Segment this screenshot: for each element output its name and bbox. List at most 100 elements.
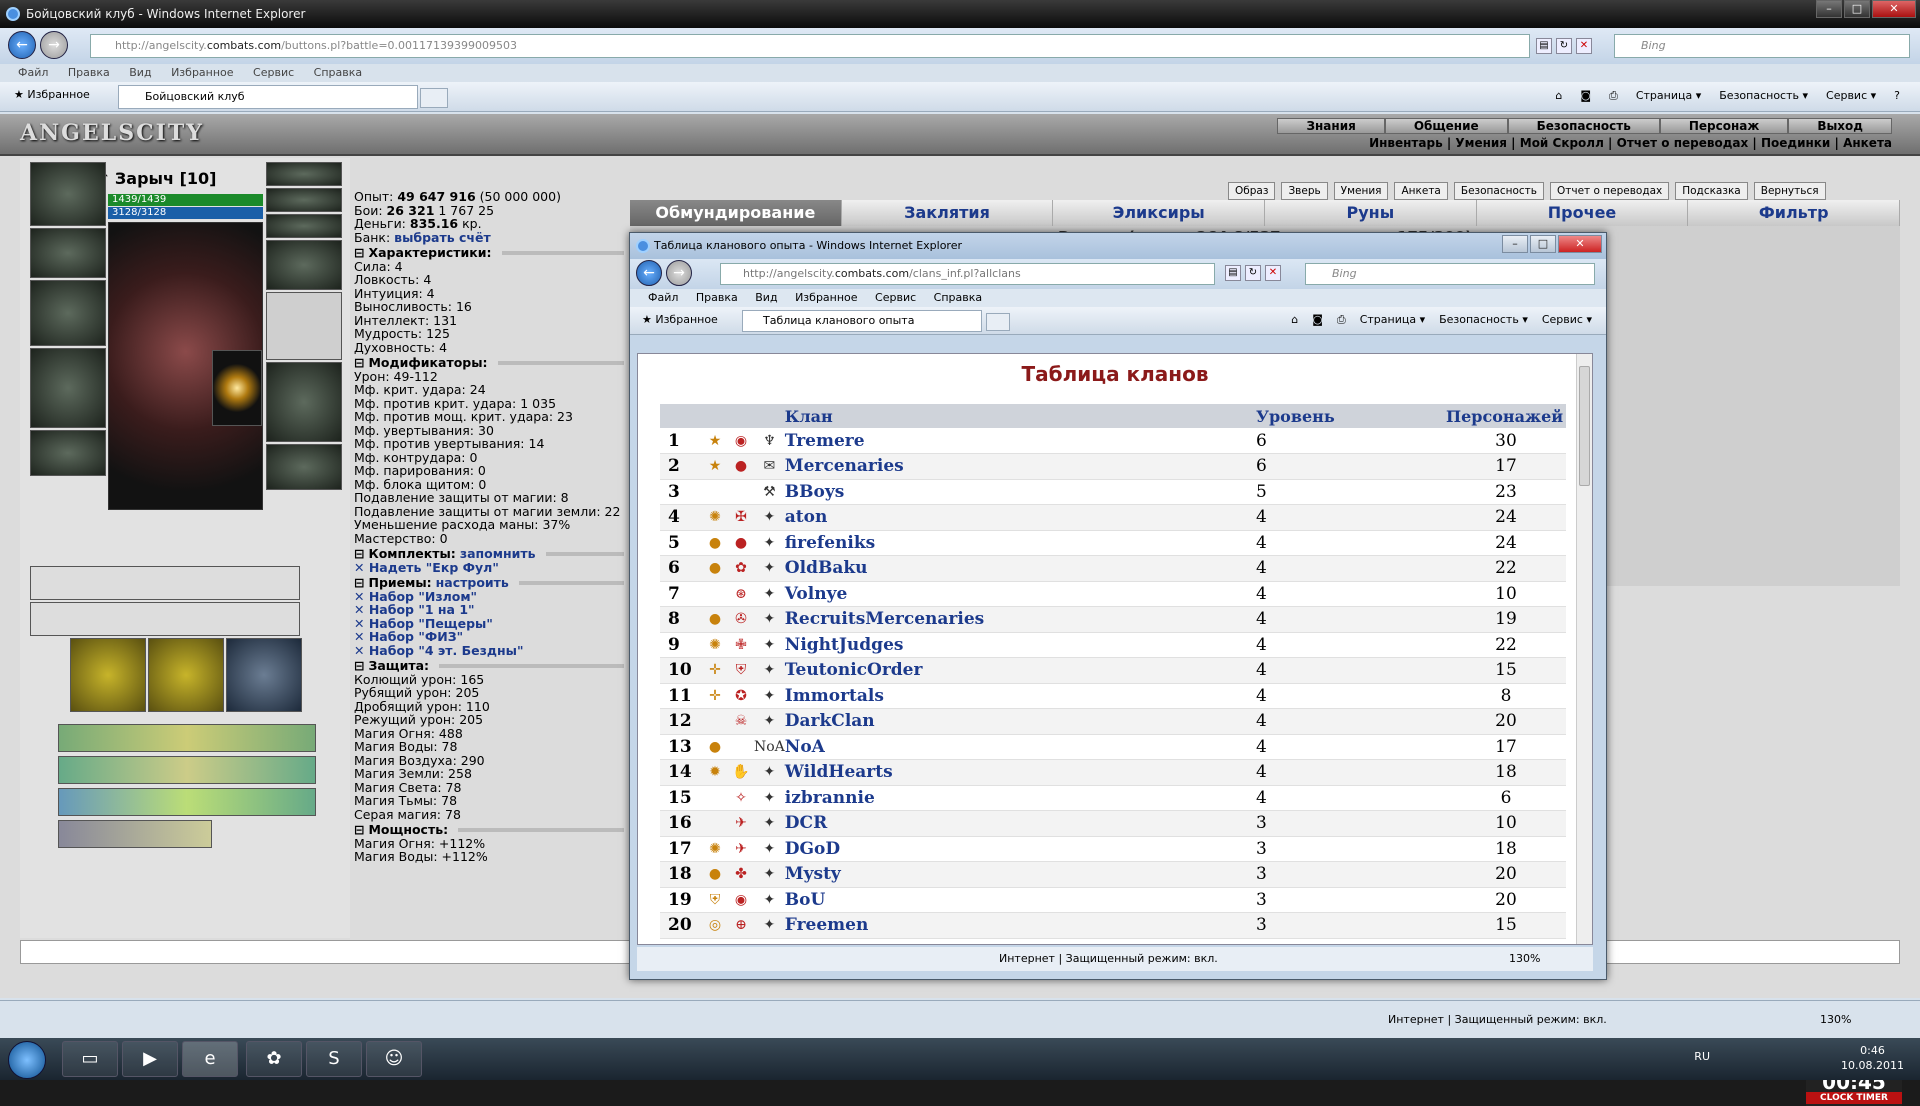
security-button[interactable]: Безопасность <box>1453 182 1544 200</box>
address-bar[interactable]: http://angelscity.combats.com/buttons.pl… <box>90 34 1530 58</box>
clan-name-link[interactable]: BBoys <box>784 479 1256 505</box>
tab-equipment[interactable]: Обмундирование <box>630 200 842 226</box>
clan-name-link[interactable]: DCR <box>784 810 1256 837</box>
tab-spells[interactable]: Заклятия <box>841 200 1054 226</box>
popup-tools-menu[interactable]: Сервис ▾ <box>1542 313 1592 327</box>
rune-row-3[interactable] <box>58 788 316 816</box>
clan-name-link[interactable]: NightJudges <box>784 632 1256 658</box>
clan-name-link[interactable]: RecruitsMercenaries <box>784 606 1256 633</box>
gloves-slot[interactable] <box>266 240 342 290</box>
menu-help[interactable]: Справка <box>314 66 362 79</box>
clan-name-link[interactable]: Immortals <box>784 683 1256 709</box>
popup-security-menu[interactable]: Безопасность ▾ <box>1439 313 1528 327</box>
weapon-slot[interactable] <box>30 280 106 346</box>
popup-print-icon[interactable]: ⎙ <box>1337 313 1346 327</box>
clan-name-link[interactable]: NoA <box>784 734 1256 760</box>
bag-item-1[interactable] <box>70 638 146 712</box>
popup-page-menu[interactable]: Страница ▾ <box>1360 313 1425 327</box>
clan-emblem-icon[interactable]: ✦ <box>754 785 785 811</box>
popup-forward-button[interactable]: → <box>666 260 692 286</box>
nav-communication[interactable]: Общение <box>1384 118 1508 134</box>
menu-view[interactable]: Вид <box>129 66 151 79</box>
clan-emblem-icon[interactable]: ♆ <box>754 428 785 454</box>
clan-emblem-icon[interactable]: ✦ <box>754 810 785 837</box>
stop-icon[interactable]: ✕ <box>1576 38 1592 54</box>
legs-slot[interactable] <box>266 362 342 442</box>
compat-view-icon[interactable]: ▤ <box>1536 38 1552 54</box>
rss-icon[interactable]: ◙ <box>1580 89 1591 103</box>
clan-name-link[interactable]: DGoD <box>784 836 1256 862</box>
popup-favorites-button[interactable]: ★ Избранное <box>642 313 718 326</box>
popup-menu-view[interactable]: Вид <box>755 291 777 304</box>
popup-close-button[interactable]: ✕ <box>1558 235 1602 253</box>
popup-menu-edit[interactable]: Правка <box>696 291 738 304</box>
menu-edit[interactable]: Правка <box>68 66 110 79</box>
popup-menu-help[interactable]: Справка <box>934 291 982 304</box>
popup-address-bar[interactable]: http://angelscity.combats.com/clans_inf.… <box>720 263 1215 285</box>
clan-emblem-icon[interactable]: ✦ <box>754 708 785 735</box>
boots-slot[interactable] <box>266 444 342 490</box>
rings-slot[interactable] <box>266 214 342 238</box>
bag-item-3[interactable] <box>226 638 302 712</box>
clan-emblem-icon[interactable]: ✦ <box>754 606 785 633</box>
transfers-report-button[interactable]: Отчет о переводах <box>1550 182 1670 200</box>
nav-exit[interactable]: Выход <box>1788 118 1892 134</box>
popup-zoom-level[interactable]: 130% <box>1509 947 1540 971</box>
trick-set[interactable]: ✕ Набор "ФИЗ" <box>354 630 624 644</box>
tab-fight-club[interactable]: Бойцовский клуб <box>118 85 418 109</box>
scroll-thumb[interactable] <box>1579 366 1590 486</box>
profile-button[interactable]: Анкета <box>1394 182 1448 200</box>
skype-taskbar-icon[interactable]: S <box>306 1041 362 1077</box>
back-button[interactable]: ← <box>8 31 36 59</box>
popup-menu-tools[interactable]: Сервис <box>875 291 916 304</box>
rune-row-1[interactable] <box>58 724 316 752</box>
clan-emblem-icon[interactable]: ✦ <box>754 530 785 556</box>
ie-taskbar-icon[interactable]: e <box>182 1041 238 1077</box>
trick-set[interactable]: ✕ Набор "Пещеры" <box>354 616 624 631</box>
popup-menu-favorites[interactable]: Избранное <box>795 291 857 304</box>
popup-search-input[interactable]: Bing <box>1305 263 1595 285</box>
zoom-level[interactable]: 130% <box>1820 1013 1851 1026</box>
helmet-slot[interactable] <box>30 162 106 226</box>
clan-name-link[interactable]: Mysty <box>784 861 1256 888</box>
popup-scrollbar[interactable] <box>1576 354 1592 944</box>
remember-set-link[interactable]: запомнить <box>460 547 536 561</box>
clan-emblem-icon[interactable]: ✦ <box>754 504 785 531</box>
orb-slot[interactable] <box>212 350 262 426</box>
return-button[interactable]: Вернуться <box>1753 182 1826 200</box>
search-input[interactable]: Bing <box>1614 34 1910 58</box>
start-button[interactable] <box>8 1041 46 1079</box>
clan-emblem-icon[interactable]: ✦ <box>754 861 785 888</box>
refresh-icon[interactable]: ↻ <box>1556 38 1572 54</box>
bag-item-2[interactable] <box>148 638 224 712</box>
clan-name-link[interactable]: Volnye <box>784 581 1256 607</box>
favorites-button[interactable]: ★ Избранное <box>14 88 90 101</box>
defense-header[interactable]: ⊟ Защита: <box>354 659 624 673</box>
clan-name-link[interactable]: Freemen <box>784 912 1256 939</box>
clan-emblem-icon[interactable]: ✦ <box>754 555 785 582</box>
clan-name-link[interactable]: izbrannie <box>784 785 1256 811</box>
popup-maximize-button[interactable]: □ <box>1530 235 1556 253</box>
clan-name-link[interactable]: OldBaku <box>784 555 1256 582</box>
characteristics-header[interactable]: ⊟ Характеристики: <box>354 246 624 260</box>
trick-set[interactable]: ✕ Набор "1 на 1" <box>354 603 624 617</box>
nav-character[interactable]: Персонаж <box>1659 118 1789 134</box>
clan-name-link[interactable]: firefeniks <box>784 530 1256 556</box>
nav-knowledge[interactable]: Знания <box>1277 118 1385 134</box>
page-menu[interactable]: Страница ▾ <box>1636 89 1701 103</box>
amulet-slot[interactable] <box>266 188 342 212</box>
close-button[interactable]: ✕ <box>1872 0 1916 18</box>
popup-home-icon[interactable]: ⌂ <box>1291 313 1298 327</box>
minimize-button[interactable]: – <box>1816 0 1842 18</box>
clan-emblem-icon[interactable]: ✦ <box>754 912 785 939</box>
bracers-slot[interactable] <box>30 228 106 278</box>
popup-menu-file[interactable]: Файл <box>648 291 678 304</box>
trick-set[interactable]: ✕ Набор "4 эт. Бездны" <box>354 643 624 658</box>
popup-compat-icon[interactable]: ▤ <box>1225 265 1241 281</box>
armor-slot[interactable] <box>30 348 106 428</box>
clan-emblem-icon[interactable]: ✦ <box>754 887 785 913</box>
popup-back-button[interactable]: ← <box>636 260 662 286</box>
tab-elixirs[interactable]: Эликсиры <box>1053 200 1266 226</box>
popup-new-tab-button[interactable] <box>986 313 1010 331</box>
clan-emblem-icon[interactable]: ✦ <box>754 632 785 658</box>
